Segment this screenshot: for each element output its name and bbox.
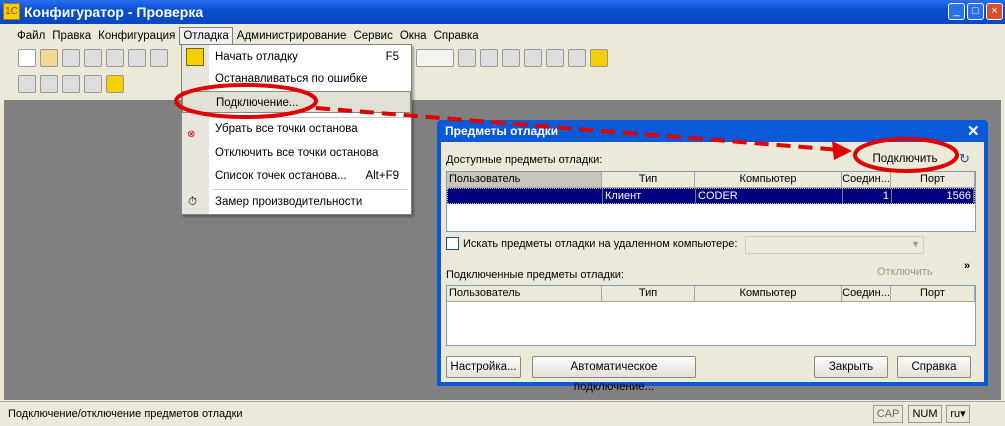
table-row[interactable]: Клиент CODER 1 1566 <box>447 188 975 204</box>
search-combo[interactable] <box>416 49 454 67</box>
menu-windows[interactable]: Окна <box>397 28 430 44</box>
menu-service[interactable]: Сервис <box>350 28 395 44</box>
menu-edit[interactable]: Правка <box>49 28 94 44</box>
menu-file[interactable]: Файл <box>14 28 48 44</box>
debug-start-icon <box>186 48 204 66</box>
more-icon[interactable]: » <box>964 260 970 272</box>
debug-items-dialog: Предметы отладки ✕ Доступные предметы от… <box>437 120 988 393</box>
book-icon[interactable] <box>568 49 586 67</box>
col-conn[interactable]: Соедин... <box>842 172 891 188</box>
help-button[interactable]: Справка <box>897 356 971 378</box>
find-prev-icon[interactable] <box>480 49 498 67</box>
menu-item-connection[interactable]: Подключение... <box>182 91 411 113</box>
debug-start-icon[interactable] <box>106 75 124 93</box>
app-icon: 1C <box>3 3 20 20</box>
stopwatch-icon: ⏱ <box>188 196 197 208</box>
connected-table[interactable]: Пользователь Тип Компьютер Соедин... Пор… <box>446 285 976 346</box>
open-file-icon[interactable] <box>40 49 58 67</box>
compare-icon[interactable] <box>18 75 36 93</box>
menu-item-stop-on-error[interactable]: Останавливаться по ошибке <box>182 68 411 90</box>
menu-item-start-debug[interactable]: Начать отладку F5 <box>182 46 411 68</box>
refresh-icon[interactable]: ↻ <box>959 151 970 167</box>
menu-administration[interactable]: Администрирование <box>234 28 350 44</box>
remote-computer-combo[interactable]: ▼ <box>745 236 924 254</box>
status-bar: Подключение/отключение предметов отладки… <box>0 401 1005 426</box>
col-computer[interactable]: Компьютер <box>695 172 842 188</box>
minimize-button[interactable]: _ <box>948 3 965 20</box>
new-file-icon[interactable] <box>18 49 36 67</box>
connect-button[interactable]: Подключить <box>865 148 945 170</box>
window-title: Конфигуратор - Проверка <box>24 4 204 20</box>
col-type[interactable]: Тип <box>602 286 695 302</box>
col-type[interactable]: Тип <box>602 172 695 188</box>
print-icon[interactable] <box>150 49 168 67</box>
maximize-button[interactable]: □ <box>967 3 984 20</box>
connected-label: Подключенные предметы отладки: <box>446 269 624 281</box>
menu-item-breakpoint-list[interactable]: Список точек останова... Alt+F9 <box>182 165 411 187</box>
wizard-icon[interactable] <box>524 49 542 67</box>
dialog-close-button[interactable]: ✕ <box>967 122 980 140</box>
col-port[interactable]: Порт <box>891 172 975 188</box>
menu-help[interactable]: Справка <box>431 28 482 44</box>
copy-icon[interactable] <box>106 49 124 67</box>
remote-checkbox[interactable] <box>446 237 459 250</box>
available-table[interactable]: Пользователь Тип Компьютер Соедин... Пор… <box>446 171 976 232</box>
settings-button[interactable]: Настройка... <box>446 356 521 378</box>
menu-configuration[interactable]: Конфигурация <box>95 28 178 44</box>
col-user[interactable]: Пользователь <box>447 286 602 302</box>
col-user[interactable]: Пользователь <box>447 172 602 188</box>
syntax-help-icon[interactable] <box>546 49 564 67</box>
language-selector[interactable]: ru▾ <box>946 405 970 423</box>
find-next-icon[interactable] <box>458 49 476 67</box>
col-conn[interactable]: Соедин... <box>842 286 891 302</box>
num-indicator: NUM <box>908 405 942 423</box>
menu-debug[interactable]: Отладка <box>179 26 233 45</box>
menu-bar: Файл Правка Конфигурация Отладка Админис… <box>4 26 1001 45</box>
close-dialog-button[interactable]: Закрыть <box>814 356 888 378</box>
auto-connect-button[interactable]: Автоматическое подключение... <box>532 356 696 393</box>
remote-checkbox-label: Искать предметы отладки на удаленном ком… <box>463 238 738 250</box>
close-button[interactable]: × <box>986 3 1003 20</box>
debug-menu: Начать отладку F5 Останавливаться по ошиб… <box>181 44 412 215</box>
caps-indicator: CAP <box>873 405 903 423</box>
update-icon[interactable] <box>62 75 80 93</box>
window-icon[interactable] <box>84 75 102 93</box>
disconnect-button[interactable]: Отключить <box>877 266 933 278</box>
help-1c-icon[interactable] <box>590 49 608 67</box>
available-label: Доступные предметы отладки: <box>446 154 603 166</box>
windows-icon[interactable] <box>502 49 520 67</box>
save-icon[interactable] <box>62 49 80 67</box>
menu-item-remove-breakpoints[interactable]: ⊗ Убрать все точки останова <box>182 118 411 140</box>
col-port[interactable]: Порт <box>891 286 975 302</box>
paste-icon[interactable] <box>128 49 146 67</box>
cut-icon[interactable] <box>84 49 102 67</box>
title-bar: Конфигуратор - Проверка <box>0 0 1005 24</box>
col-computer[interactable]: Компьютер <box>695 286 842 302</box>
toolbar-config <box>4 72 154 96</box>
load-icon[interactable] <box>40 75 58 93</box>
menu-item-disable-breakpoints[interactable]: Отключить все точки останова <box>182 142 411 164</box>
dialog-title: Предметы отладки <box>445 124 559 138</box>
status-text: Подключение/отключение предметов отладки <box>8 408 243 420</box>
menu-item-performance[interactable]: ⏱ Замер производительности <box>182 191 411 213</box>
